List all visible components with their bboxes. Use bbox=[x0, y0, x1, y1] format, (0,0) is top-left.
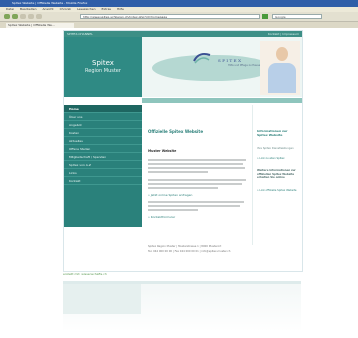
sidebar-link[interactable]: » Link offizielle Spitex Website bbox=[257, 189, 299, 193]
text-line bbox=[148, 159, 246, 161]
menu-item-edit[interactable]: Bearbeiten bbox=[20, 7, 36, 11]
brand-region: Region Muster bbox=[85, 68, 121, 74]
sidebar-text: Ihre Spitex Dienstleistungen bbox=[257, 147, 294, 150]
search-input[interactable]: Google bbox=[272, 14, 322, 19]
menu-item-history[interactable]: Chronik bbox=[60, 7, 71, 11]
text-line bbox=[148, 187, 218, 189]
nav-item-about[interactable]: Über uns bbox=[64, 113, 142, 121]
nav-item-offer[interactable]: Angebot bbox=[64, 121, 142, 129]
spitex-logo-icon bbox=[193, 52, 211, 64]
text-line bbox=[148, 201, 244, 203]
back-icon[interactable] bbox=[4, 14, 10, 19]
nav-item-a-z[interactable]: Spitex von A-Z bbox=[64, 161, 142, 169]
address-bar[interactable]: http://www.spitex-schlieren.ch/index.php… bbox=[80, 14, 260, 19]
site-footer: Spitex Region Muster | Musterstrasse 1 |… bbox=[148, 245, 298, 257]
go-icon[interactable] bbox=[262, 14, 268, 19]
text-line bbox=[148, 167, 245, 169]
text-line bbox=[148, 209, 198, 211]
window-titlebar: Spitex Website | Offizielle Website - Mo… bbox=[0, 0, 358, 16]
nav-item-costs[interactable]: Kosten bbox=[64, 129, 142, 137]
home-icon[interactable] bbox=[36, 14, 42, 19]
logo-text: SPITEX bbox=[218, 58, 243, 63]
page-title: Offizielle Spitex Website bbox=[148, 129, 204, 134]
menu-item-help[interactable]: Hilfe bbox=[117, 7, 124, 11]
sidebar-text: Weitere Informationen zur offiziellen Sp… bbox=[257, 169, 296, 179]
menu-item-file[interactable]: Datei bbox=[6, 7, 14, 11]
reload-icon[interactable] bbox=[20, 14, 26, 19]
text-line bbox=[148, 171, 208, 173]
main-content: Offizielle Spitex Website Muster Website… bbox=[148, 105, 248, 245]
sidebar-link[interactable]: » Link zu allen Spitex bbox=[257, 157, 299, 161]
header-photo bbox=[260, 41, 300, 95]
text-line bbox=[148, 163, 243, 165]
sidebar-heading: Informationen zur Spitex Website bbox=[257, 129, 288, 137]
menu-item-tools[interactable]: Extras bbox=[102, 7, 111, 11]
forward-icon[interactable] bbox=[12, 14, 18, 19]
text-line bbox=[148, 205, 240, 207]
nav-item-membership[interactable]: Mitgliedschaft / Spenden bbox=[64, 153, 142, 161]
nav-item-jobs[interactable]: Offene Stellen bbox=[64, 145, 142, 153]
footer-contact[interactable]: Tel. 044 000 00 00 | Fax 044 000 00 01 |… bbox=[148, 250, 230, 253]
sub-bar bbox=[64, 97, 302, 105]
page-reflection bbox=[63, 281, 301, 331]
page-viewport: SPITEX-CHANNEL Kontakt | Impressum Spite… bbox=[0, 28, 358, 338]
menu-item-view[interactable]: Ansicht bbox=[43, 7, 54, 11]
section-title: Muster Website bbox=[148, 149, 177, 153]
right-sidebar: Informationen zur Spitex Website Ihre Sp… bbox=[252, 105, 299, 245]
menu-item-bookmarks[interactable]: Lesezeichen bbox=[77, 7, 95, 11]
nav-item-home[interactable]: Home bbox=[64, 105, 142, 113]
header-banner: SPITEX Hilfe und Pflege zu Hause bbox=[142, 37, 302, 97]
sidebar-nav: Home Über uns Angebot Kosten Aktuelles O… bbox=[64, 105, 142, 227]
stop-icon[interactable] bbox=[28, 14, 34, 19]
nav-item-news[interactable]: Aktuelles bbox=[64, 137, 142, 145]
brand-block[interactable]: Spitex Region Muster bbox=[64, 37, 142, 97]
main-link-contact[interactable]: » Kontaktformular bbox=[148, 215, 175, 219]
logo-subtitle: Hilfe und Pflege zu Hause bbox=[228, 64, 261, 67]
main-link-inquiry[interactable]: » Jetzt online Spitex anfragen bbox=[148, 193, 192, 197]
text-line bbox=[148, 179, 246, 181]
navigation-toolbar: http://www.spitex-schlieren.ch/index.php… bbox=[0, 12, 358, 22]
nav-item-links[interactable]: Links bbox=[64, 169, 142, 177]
website: SPITEX-CHANNEL Kontakt | Impressum Spite… bbox=[63, 30, 303, 272]
brand-name: Spitex bbox=[92, 59, 114, 67]
nav-item-contact[interactable]: Kontakt bbox=[64, 177, 142, 185]
window-controls bbox=[339, 1, 355, 16]
window-title: Spitex Website | Offizielle Website - Mo… bbox=[12, 1, 88, 5]
footer-address: Spitex Region Muster | Musterstrasse 1 |… bbox=[148, 245, 222, 248]
powered-by-link[interactable]: erstellt mit: wissenschafts.ch bbox=[63, 272, 107, 276]
text-line bbox=[148, 183, 242, 185]
decorative-swoosh bbox=[152, 55, 272, 81]
